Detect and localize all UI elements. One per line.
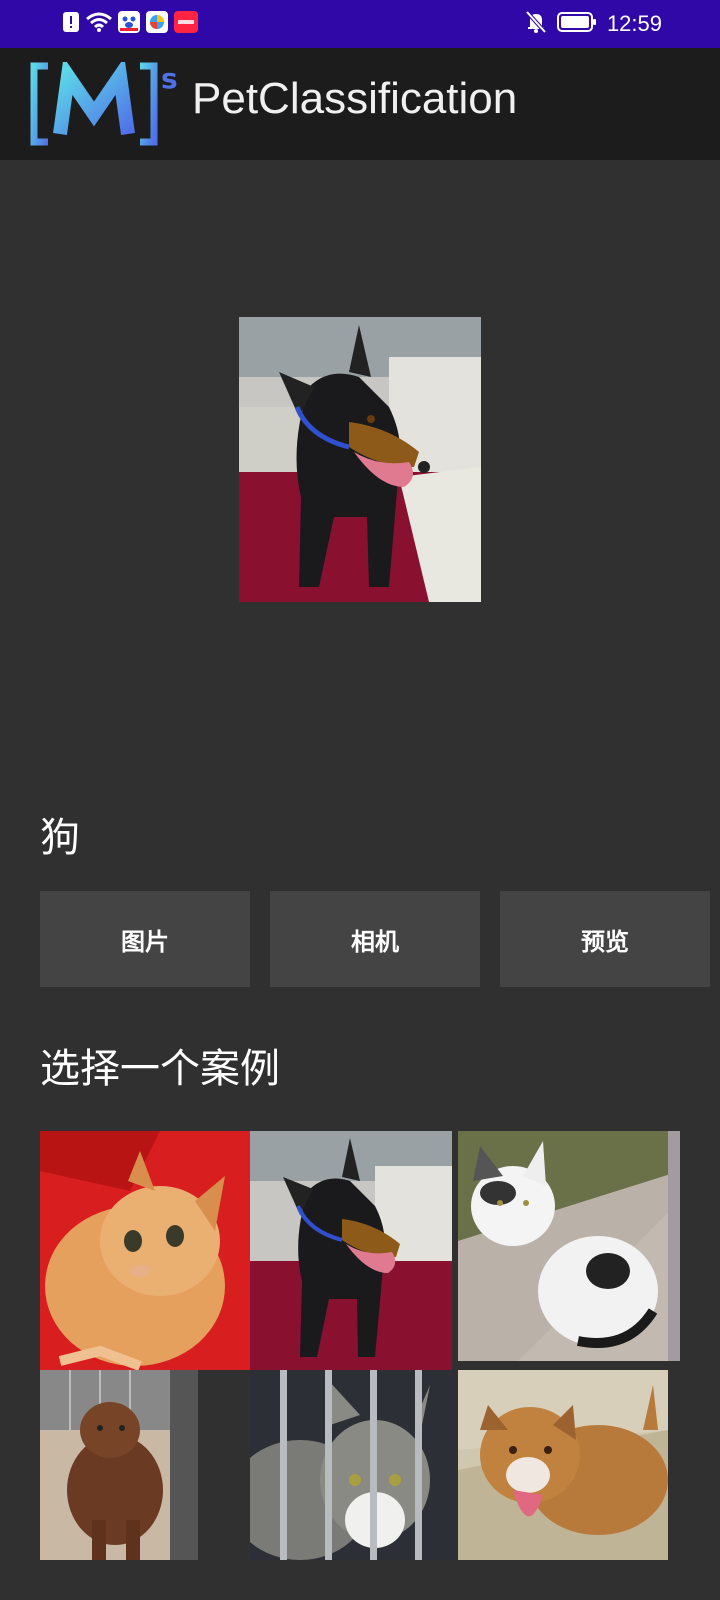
- status-right-icons: 12:59: [525, 8, 662, 40]
- gallery-button[interactable]: 图片: [40, 891, 250, 987]
- example-image-dog-brown[interactable]: [40, 1370, 198, 1560]
- classification-result: 狗: [40, 815, 80, 861]
- selected-image-preview: [239, 317, 481, 602]
- app-title: PetClassification: [192, 74, 518, 123]
- example-image-cat-white[interactable]: [458, 1131, 680, 1361]
- status-bar: 12:59: [0, 0, 720, 48]
- example-image-cat-tabby[interactable]: [250, 1370, 456, 1560]
- example-image-cat-orange[interactable]: [40, 1131, 250, 1370]
- example-image-dog-pitbull[interactable]: [458, 1370, 668, 1560]
- app-logo: s: [30, 57, 186, 146]
- wifi-icon: [86, 11, 112, 37]
- status-left-icons: [62, 11, 198, 37]
- mute-bell-icon: [525, 10, 547, 38]
- svg-text:s: s: [161, 62, 178, 95]
- app-bar: s PetClassification: [0, 48, 720, 160]
- browser-icon: [146, 11, 168, 37]
- app-badge-icon: [118, 11, 140, 37]
- examples-title: 选择一个案例: [40, 1046, 280, 1092]
- app-red-icon: [174, 11, 198, 37]
- preview-button[interactable]: 预览: [500, 891, 710, 987]
- camera-button[interactable]: 相机: [270, 891, 480, 987]
- example-image-dog-doberman[interactable]: [250, 1131, 452, 1370]
- status-time: 12:59: [606, 11, 662, 36]
- sim-alert-icon: [62, 11, 80, 37]
- battery-icon: [556, 11, 597, 37]
